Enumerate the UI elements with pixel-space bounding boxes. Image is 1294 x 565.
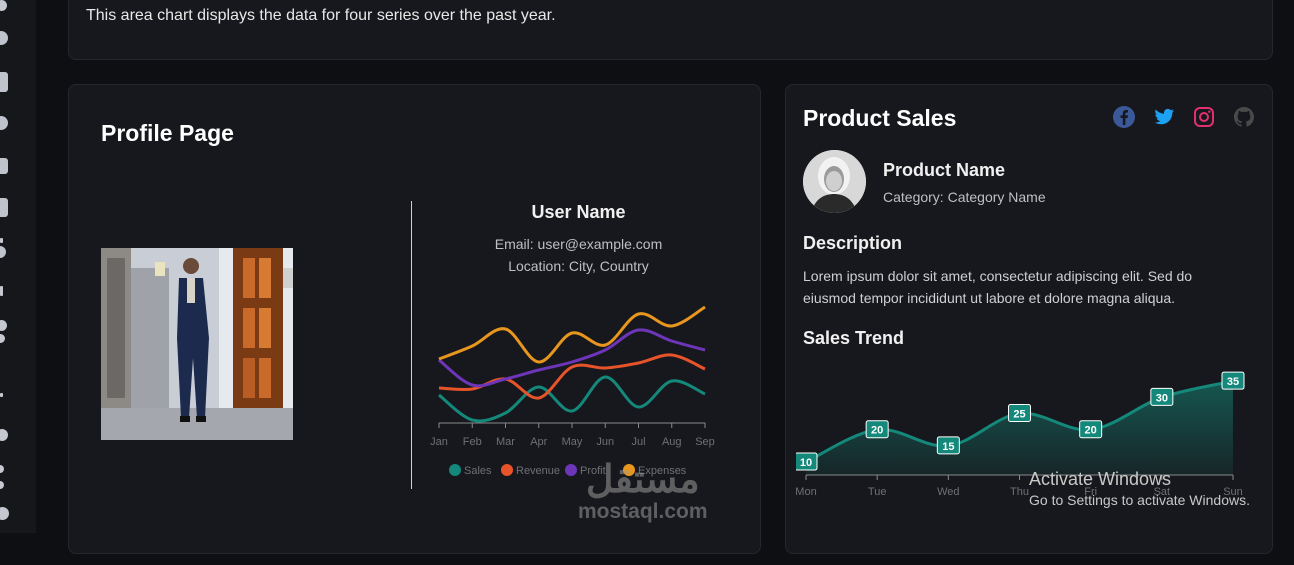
sidebar-settings-icon[interactable] (0, 286, 3, 296)
chart-description-text: This area chart displays the data for fo… (86, 7, 556, 24)
product-avatar (803, 150, 866, 213)
area-data-label: 10 (800, 457, 812, 469)
area-chart-x-tick-label: Tue (868, 486, 887, 498)
mostaql-watermark: مستقل mostaql.com (578, 460, 708, 524)
facebook-icon[interactable] (1112, 105, 1136, 129)
area-chart-x-tick-label: Mon (796, 486, 817, 498)
sidebar-star-icon[interactable] (0, 246, 6, 258)
sidebar (0, 0, 36, 533)
twitter-icon[interactable] (1152, 105, 1176, 129)
description-title: Description (803, 233, 903, 253)
sidebar-share-icon[interactable] (0, 465, 4, 473)
windows-activation-notice: Activate Windows Go to Settings to activ… (1029, 469, 1250, 508)
sidebar-folder-icon[interactable] (0, 158, 8, 174)
line-chart-x-tick-label: Sep (695, 436, 715, 448)
sidebar-user-icon[interactable] (0, 320, 7, 331)
chart-description-card: This area chart displays the data for fo… (68, 0, 1273, 60)
line-chart-x-tick-label: Aug (662, 436, 682, 448)
line-series-sales (438, 375, 706, 423)
area-chart-x-tick-label: Thu (1010, 486, 1029, 498)
line-series-expenses (438, 305, 706, 364)
sidebar-eye-icon[interactable] (0, 31, 8, 45)
sidebar-share-dot (0, 481, 4, 489)
sidebar-document-icon[interactable] (0, 72, 8, 92)
area-data-label: 15 (942, 441, 954, 453)
user-email: Email: user@example.com (494, 236, 663, 252)
legend-marker-profit[interactable] (565, 464, 577, 476)
profile-photo (101, 248, 293, 440)
sidebar-sparkle-icon[interactable] (0, 238, 3, 243)
line-series-profit (438, 328, 706, 388)
product-name: Product Name (883, 160, 1006, 180)
watermark-latin: mostaql.com (578, 500, 708, 523)
area-data-label: 20 (871, 425, 883, 437)
legend-label-revenue[interactable]: Revenue (516, 465, 560, 477)
line-chart-x-tick-label: Jun (596, 436, 614, 448)
github-icon[interactable] (1232, 105, 1256, 129)
sidebar-clipboard-icon[interactable] (0, 198, 8, 217)
line-chart-x-tick-label: Apr (530, 436, 547, 448)
instagram-icon[interactable] (1192, 105, 1216, 129)
product-category: Category: Category Name (883, 189, 1046, 205)
product-sales-title: Product Sales (803, 105, 957, 131)
legend-marker-revenue[interactable] (501, 464, 513, 476)
sales-trend-title: Sales Trend (803, 328, 905, 348)
multi-series-line-chart: Jan Feb Mar Apr May Jun Jul Aug SepSales Revenue P… (430, 305, 715, 477)
activation-title: Activate Windows (1029, 469, 1172, 489)
activation-subtitle: Go to Settings to activate Windows. (1029, 492, 1250, 508)
sales-trend-area-chart: Mon Tue Wed Thu Fri Sat Sun10201525203035 (796, 371, 1245, 498)
line-chart-x-tick-label: Mar (496, 436, 515, 448)
sidebar-help-icon[interactable] (0, 429, 8, 441)
sidebar-dot-icon (0, 393, 3, 397)
product-description: Lorem ipsum dolor sit amet, consectetur … (803, 268, 1193, 306)
area-data-label: 35 (1227, 376, 1239, 388)
legend-marker-sales[interactable] (449, 464, 461, 476)
sidebar-logout-icon[interactable] (0, 507, 9, 520)
profile-page-title: Profile Page (101, 120, 234, 146)
user-location: Location: City, Country (508, 258, 649, 274)
user-name: User Name (531, 202, 626, 222)
line-chart-x-tick-label: Feb (463, 436, 482, 448)
area-chart-x-tick-label: Wed (937, 486, 959, 498)
sidebar-chat-icon[interactable] (0, 116, 8, 130)
area-data-label: 30 (1156, 392, 1168, 404)
area-data-label: 25 (1013, 409, 1025, 421)
sidebar-user-dot (0, 334, 5, 343)
area-data-label: 20 (1085, 425, 1097, 437)
line-chart-x-tick-label: Jul (631, 436, 645, 448)
line-chart-x-tick-label: Jan (430, 436, 448, 448)
watermark-arabic: مستقل (585, 459, 700, 501)
line-chart-x-tick-label: May (562, 436, 583, 448)
legend-label-sales[interactable]: Sales (464, 465, 492, 477)
sidebar-circle-icon[interactable] (0, 0, 7, 11)
